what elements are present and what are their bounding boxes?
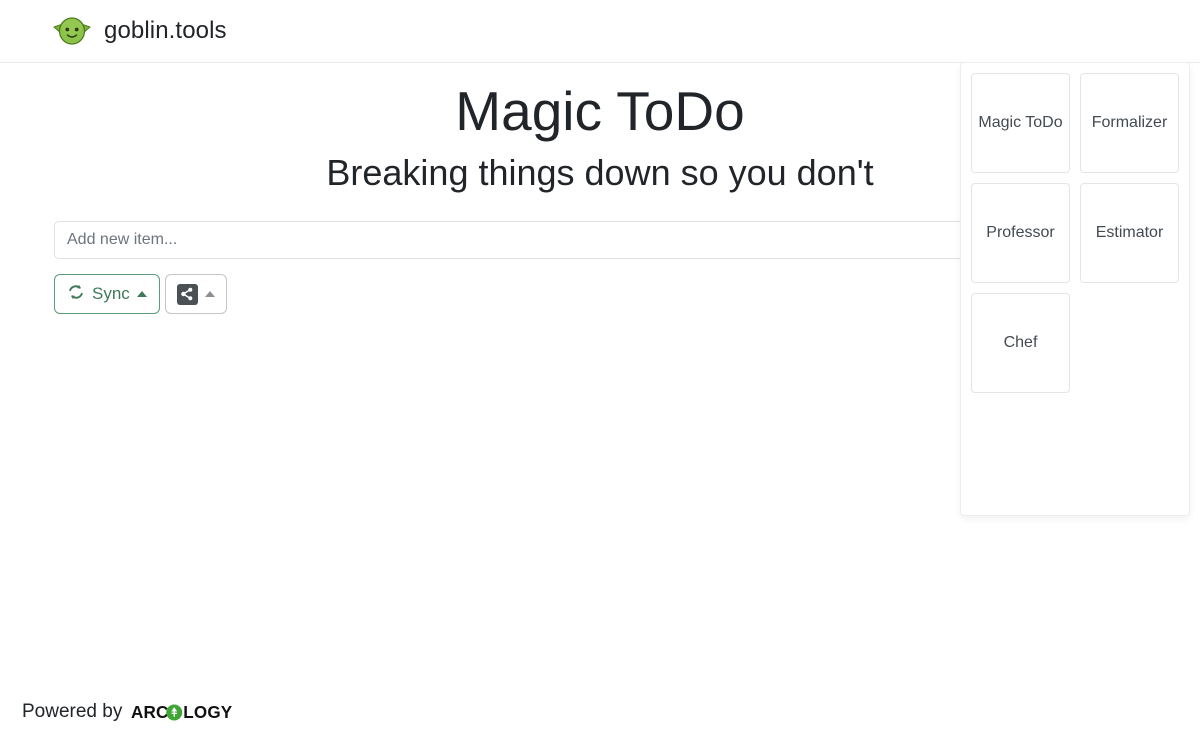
share-icon [176, 283, 198, 305]
tool-grid: Magic ToDo Formalizer Judge Professor Es… [971, 73, 1190, 393]
app-header: goblin.tools [0, 0, 1200, 63]
arcology-logo[interactable]: ARC LOGY [131, 703, 247, 722]
powered-by-label: Powered by [22, 701, 123, 722]
caret-up-icon [136, 291, 147, 297]
tool-selector-panel: Magic ToDo Formalizer Judge Professor Es… [960, 62, 1190, 516]
tool-tile-judge[interactable]: Judge [1189, 73, 1190, 173]
tool-tile-compiler[interactable]: Compiler [1189, 183, 1190, 283]
share-button[interactable] [164, 274, 227, 314]
svg-text:ARC: ARC [131, 703, 169, 722]
tool-tile-chef[interactable]: Chef [971, 293, 1070, 393]
goblin-face-icon [50, 14, 94, 48]
action-button-row: Sync [54, 274, 227, 314]
sync-button-label: Sync [92, 284, 130, 303]
footer: Powered by ARC LOGY [22, 701, 247, 723]
tool-tile-estimator[interactable]: Estimator [1080, 183, 1179, 283]
tool-tile-magic-todo[interactable]: Magic ToDo [971, 73, 1070, 173]
refresh-icon [67, 283, 85, 306]
svg-text:LOGY: LOGY [184, 703, 234, 722]
caret-up-icon [204, 291, 215, 297]
brand-name: goblin.tools [104, 17, 227, 44]
tool-tile-formalizer[interactable]: Formalizer [1080, 73, 1179, 173]
tool-tile-professor[interactable]: Professor [971, 183, 1070, 283]
brand-link[interactable]: goblin.tools [50, 14, 227, 48]
app-root: goblin.tools Magic ToDo Breaking things … [0, 0, 1200, 737]
sync-button[interactable]: Sync [54, 274, 160, 314]
